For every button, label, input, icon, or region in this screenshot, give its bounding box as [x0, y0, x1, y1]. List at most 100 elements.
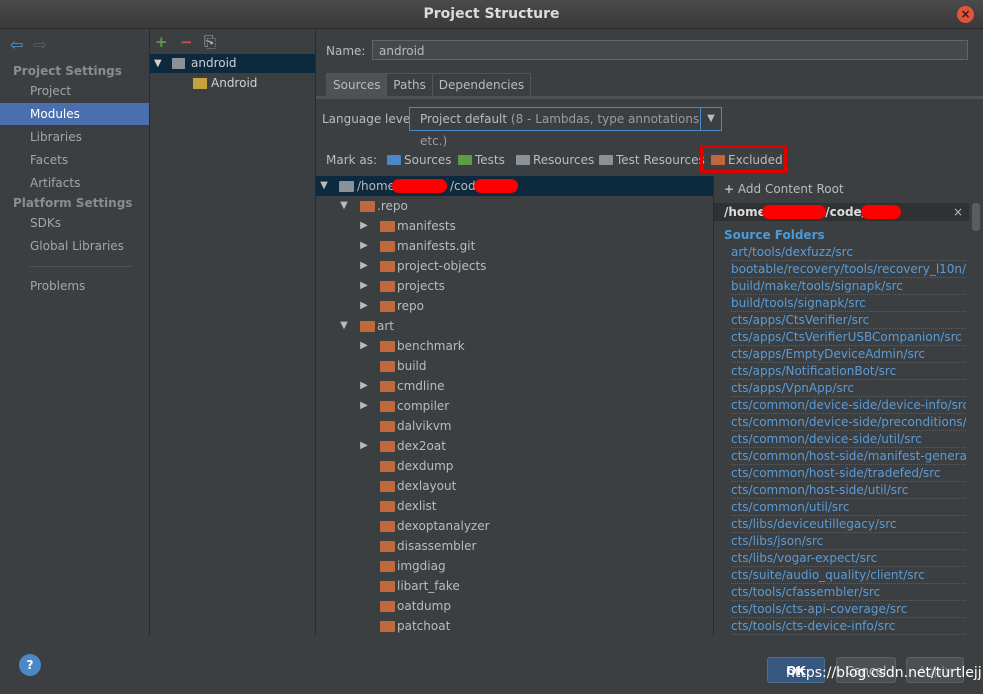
tree-row[interactable]: dexlayout	[316, 476, 713, 496]
expand-toggle-icon[interactable]: ▶	[358, 336, 370, 356]
expand-toggle-icon[interactable]: ▼	[318, 176, 330, 196]
source-folder-item[interactable]: art/tools/dexfuzz/src	[731, 244, 966, 261]
tree-row-label: projects	[397, 279, 445, 293]
source-folder-item[interactable]: cts/apps/EmptyDeviceAdmin/src	[731, 346, 966, 363]
source-folder-item[interactable]: cts/common/device-side/util/src	[731, 431, 966, 448]
add-content-root-button[interactable]: + Add Content Root	[724, 182, 844, 196]
android-facet-icon	[193, 78, 207, 89]
remove-module-icon[interactable]: −	[180, 33, 193, 51]
expand-toggle-icon[interactable]: ▶	[358, 296, 370, 316]
nav-item-global-libraries[interactable]: Global Libraries	[0, 235, 149, 257]
source-folder-item[interactable]: cts/libs/deviceutillegacy/src	[731, 516, 966, 533]
add-module-icon[interactable]: +	[155, 33, 168, 51]
source-folder-item[interactable]: cts/tools/cfassembler/src	[731, 584, 966, 601]
source-folder-item[interactable]: cts/common/host-side/manifest-generator/…	[731, 448, 966, 465]
source-folder-item[interactable]: cts/common/util/src	[731, 499, 966, 516]
dialog-footer: ? OK Cancel Apply https://blog.csdn.net/…	[0, 637, 983, 694]
nav-item-artifacts[interactable]: Artifacts	[0, 172, 149, 194]
tree-row[interactable]: ▶ manifests.git	[316, 236, 713, 256]
tree-row[interactable]: ▼ .repo	[316, 196, 713, 216]
tree-row[interactable]: dalvikvm	[316, 416, 713, 436]
tree-row[interactable]: ▶ compiler	[316, 396, 713, 416]
tree-row[interactable]: dexlist	[316, 496, 713, 516]
nav-item-problems[interactable]: Problems	[0, 275, 149, 297]
source-folder-item[interactable]: cts/tools/cts-api-coverage/src	[731, 601, 966, 618]
settings-nav: ⇦ ⇨ Project Settings Project Modules Libr…	[0, 29, 150, 636]
source-folder-item[interactable]: cts/apps/CtsVerifier/src	[731, 312, 966, 329]
tab-sources[interactable]: Sources	[326, 73, 388, 97]
tab-dependencies[interactable]: Dependencies	[431, 73, 532, 97]
tree-root-row[interactable]: ▼ /home/ /code/	[316, 176, 713, 196]
facet-tree-row-android[interactable]: Android	[150, 74, 315, 93]
source-folder-item[interactable]: build/make/tools/signapk/src	[731, 278, 966, 295]
tree-row[interactable]: build	[316, 356, 713, 376]
tree-row[interactable]: ▶ dex2oat	[316, 436, 713, 456]
expand-toggle-icon[interactable]: ▶	[358, 396, 370, 416]
tree-row[interactable]: ▶ manifests	[316, 216, 713, 236]
tree-row[interactable]: ▶ projects	[316, 276, 713, 296]
expand-toggle-icon[interactable]: ▼	[154, 54, 162, 73]
expand-toggle-icon[interactable]: ▶	[358, 236, 370, 256]
forward-arrow-icon[interactable]: ⇨	[33, 35, 46, 54]
collapse-toggle-icon[interactable]: ▼	[338, 316, 350, 336]
tree-row[interactable]: ▶ benchmark	[316, 336, 713, 356]
source-folder-item[interactable]: cts/common/host-side/util/src	[731, 482, 966, 499]
source-folder-item[interactable]: cts/apps/VpnApp/src	[731, 380, 966, 397]
source-folder-item[interactable]: cts/libs/vogar-expect/src	[731, 550, 966, 567]
folder-icon	[380, 381, 395, 392]
tree-row[interactable]: disassembler	[316, 536, 713, 556]
expand-toggle-icon[interactable]: ▶	[358, 436, 370, 456]
expand-toggle-icon[interactable]: ▶	[358, 276, 370, 296]
mark-as-sources-button[interactable]: Sources	[387, 153, 451, 167]
tree-row[interactable]: ▶ repo	[316, 296, 713, 316]
source-folder-item[interactable]: build/tools/signapk/src	[731, 295, 966, 312]
nav-item-facets[interactable]: Facets	[0, 149, 149, 171]
remove-content-root-icon[interactable]: ×	[953, 203, 963, 221]
source-folder-item[interactable]: cts/libs/json/src	[731, 533, 966, 550]
source-folder-item[interactable]: cts/apps/CtsVerifierUSBCompanion/src	[731, 329, 966, 346]
dropdown-arrow-icon[interactable]: ▼	[700, 108, 721, 130]
source-folder-item[interactable]: cts/common/host-side/tradefed/src	[731, 465, 966, 482]
expand-toggle-icon[interactable]: ▶	[358, 216, 370, 236]
collapse-toggle-icon[interactable]: ▼	[338, 196, 350, 216]
source-folder-item[interactable]: cts/tools/cts-holo-generation/src	[731, 635, 966, 636]
source-folder-item[interactable]: cts/common/device-side/preconditions/src	[731, 414, 966, 431]
content-root-scrollbar[interactable]	[972, 203, 980, 635]
tree-row[interactable]: ▼ art	[316, 316, 713, 336]
source-folder-item[interactable]: cts/suite/audio_quality/client/src	[731, 567, 966, 584]
source-folder-item[interactable]: cts/tools/cts-device-info/src	[731, 618, 966, 635]
excluded-highlight-annotation	[700, 145, 787, 173]
scrollbar-thumb[interactable]	[972, 203, 980, 231]
nav-item-project[interactable]: Project	[0, 80, 149, 102]
module-tree-row-android[interactable]: ▼ android	[150, 54, 315, 73]
expand-toggle-icon[interactable]: ▶	[358, 256, 370, 276]
source-folder-item[interactable]: bootable/recovery/tools/recovery_l10n/sr…	[731, 261, 966, 278]
tree-row-label: dex2oat	[397, 439, 446, 453]
tree-row[interactable]: ▶ project-objects	[316, 256, 713, 276]
tree-row[interactable]: dexoptanalyzer	[316, 516, 713, 536]
module-name-input[interactable]: android	[372, 40, 968, 60]
tree-row[interactable]: dexdump	[316, 456, 713, 476]
source-folder-item[interactable]: cts/apps/NotificationBot/src	[731, 363, 966, 380]
tree-row[interactable]: imgdiag	[316, 556, 713, 576]
help-button[interactable]: ?	[19, 654, 41, 676]
mark-as-test-resources-button[interactable]: Test Resources	[599, 153, 705, 167]
expand-toggle-icon[interactable]: ▶	[358, 376, 370, 396]
tree-row[interactable]: ▶ cmdline	[316, 376, 713, 396]
tab-paths[interactable]: Paths	[386, 73, 433, 97]
tree-row[interactable]: patchoat	[316, 616, 713, 636]
add-content-root-label: Add Content Root	[737, 182, 844, 196]
folder-icon	[380, 241, 395, 252]
language-level-select[interactable]: Project default (8 - Lambdas, type annot…	[409, 107, 722, 148]
copy-module-icon[interactable]: ⎘	[204, 33, 216, 51]
mark-as-tests-button[interactable]: Tests	[458, 153, 505, 167]
close-window-button[interactable]: ×	[957, 6, 974, 23]
nav-item-modules[interactable]: Modules	[0, 103, 149, 125]
source-folder-item[interactable]: cts/common/device-side/device-info/src	[731, 397, 966, 414]
nav-item-libraries[interactable]: Libraries	[0, 126, 149, 148]
mark-as-resources-button[interactable]: Resources	[516, 153, 594, 167]
tree-row[interactable]: oatdump	[316, 596, 713, 616]
nav-item-sdks[interactable]: SDKs	[0, 212, 149, 234]
back-arrow-icon[interactable]: ⇦	[10, 35, 23, 54]
tree-row[interactable]: libart_fake	[316, 576, 713, 596]
